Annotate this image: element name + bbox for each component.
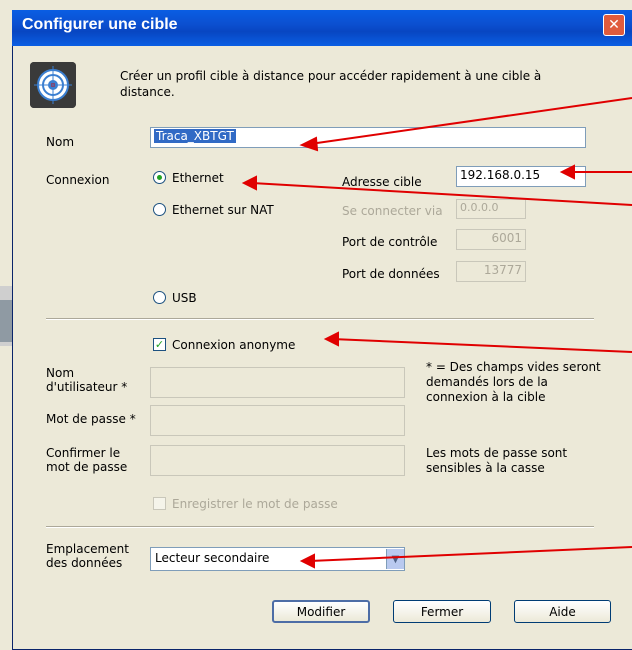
arrowhead-target-address: [559, 164, 575, 180]
arrow-storage: [309, 546, 632, 562]
arrowhead-storage: [299, 553, 315, 569]
annotation-arrows: [241, 97, 632, 569]
arrow-name: [309, 97, 632, 145]
arrow-anonymous: [331, 338, 632, 353]
arrowhead-ethernet: [241, 175, 257, 191]
arrowhead-anonymous: [323, 331, 339, 347]
arrow-ethernet: [251, 182, 632, 206]
arrowhead-name: [299, 136, 319, 152]
